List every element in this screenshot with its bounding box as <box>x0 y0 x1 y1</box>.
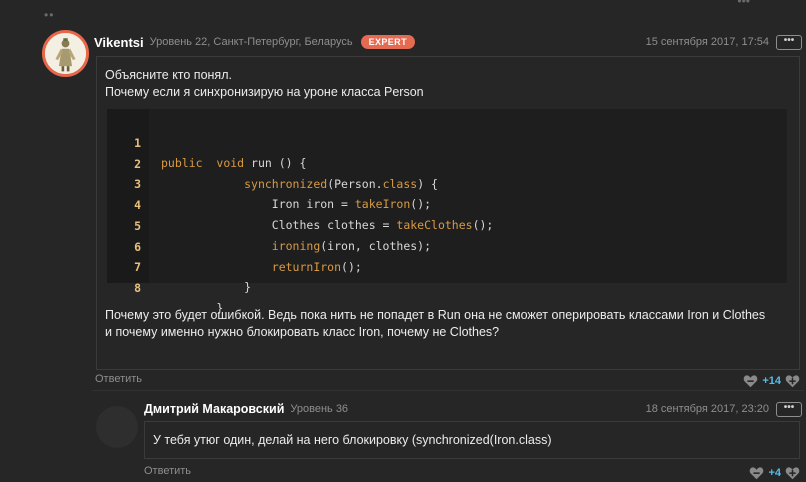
code-line: 4 Clothes clothes = takeClothes(); <box>107 175 493 232</box>
reply-vote-controls: +4 <box>749 466 800 480</box>
reply-text: У тебя утюг один, делай на него блокиров… <box>153 433 552 447</box>
vote-controls: +14 <box>743 374 800 388</box>
code-text: public void run () { <box>161 156 307 170</box>
question-line: Почему если я синхронизирую на уроне кла… <box>105 85 424 99</box>
user-figure-icon <box>45 33 86 74</box>
code-line: 3 Iron iron = takeIron(); <box>107 154 431 211</box>
followup-text: Почему это будет ошибкой. Ведь пока нить… <box>105 307 795 341</box>
code-line: 6 returnIron(); <box>107 217 362 274</box>
upvote-heart-icon[interactable] <box>785 374 800 388</box>
reply-user-level: Уровень 36 <box>290 403 349 415</box>
more-options-button[interactable]: ••• <box>776 34 802 50</box>
comment-body: Объясните кто понял. Почему если я синхр… <box>96 56 800 370</box>
comment-header: Vikentsi Уровень 22, Санкт-Петербург, Бе… <box>94 33 802 51</box>
comment-date: 15 сентября 2017, 17:54 <box>645 36 769 48</box>
upvote-heart-icon[interactable] <box>785 466 800 480</box>
question-line: Объясните кто понял. <box>105 68 232 82</box>
reply-body: У тебя утюг один, делай на него блокиров… <box>144 421 800 459</box>
reply-avatar[interactable] <box>96 406 138 448</box>
reply-link[interactable]: Ответить <box>144 465 191 477</box>
followup-line: Почему это будет ошибкой. Ведь пока нить… <box>105 308 766 322</box>
downvote-heart-icon[interactable] <box>743 374 758 388</box>
code-text: ironing(iron, clothes); <box>271 239 432 253</box>
code-text: Iron iron = takeIron(); <box>161 197 432 211</box>
reply-more-options-button[interactable]: ••• <box>776 401 802 417</box>
code-text: returnIron(); <box>271 260 362 274</box>
code-line: 2 synchronized(Person.class) { <box>107 134 438 191</box>
reply-date: 18 сентября 2017, 23:20 <box>645 403 769 415</box>
question-text: Объясните кто понял. Почему если я синхр… <box>105 67 424 101</box>
code-text: Clothes clothes = takeClothes(); <box>161 218 494 232</box>
divider <box>92 390 804 391</box>
top-more-dots: ••• <box>737 0 750 8</box>
code-text: } <box>161 280 252 294</box>
comments-page: •• ••• Vikentsi Уровень 22, Санкт-Петерб… <box>0 0 806 482</box>
reply-vote-count: +4 <box>768 467 781 479</box>
avatar[interactable] <box>42 30 89 77</box>
line-number: 8 <box>134 281 141 295</box>
code-block: 1 public void run () { 2 synchronized(Pe… <box>107 109 787 315</box>
expert-badge: EXPERT <box>360 35 415 49</box>
code-line: 1 public void run () { <box>107 113 306 170</box>
code-line: 8 } <box>107 258 223 315</box>
top-divider-dots: •• <box>44 8 55 22</box>
reply-username[interactable]: Дмитрий Макаровский <box>144 402 284 416</box>
username[interactable]: Vikentsi <box>94 35 144 50</box>
downvote-heart-icon[interactable] <box>749 466 764 480</box>
user-level-location: Уровень 22, Санкт-Петербург, Беларусь <box>149 36 353 48</box>
code-line: 7 } <box>107 237 251 294</box>
reply-header: Дмитрий Макаровский Уровень 36 18 сентяб… <box>144 400 802 418</box>
code-line: 5 ironing(iron, clothes); <box>107 196 431 253</box>
followup-line: и почему именно нужно блокировать класс … <box>105 325 500 339</box>
vote-count: +14 <box>762 375 781 387</box>
code-text: synchronized(Person.class) { <box>244 177 438 191</box>
reply-link[interactable]: Ответить <box>95 373 142 385</box>
